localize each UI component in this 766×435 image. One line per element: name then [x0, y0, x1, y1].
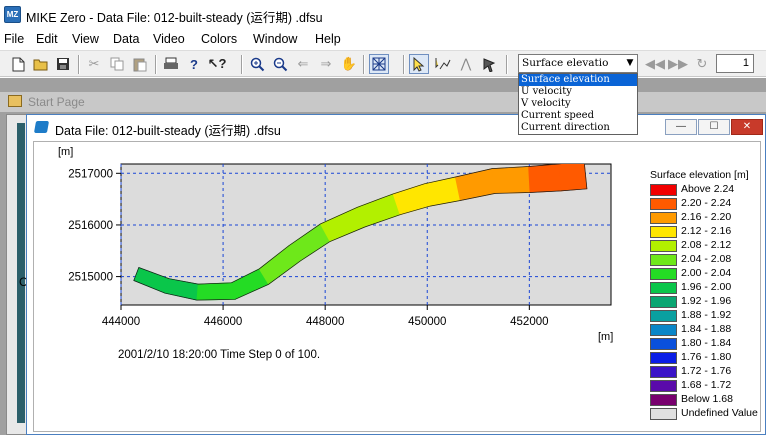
- y-tick-label: 2516000: [68, 220, 113, 232]
- legend-swatch: [650, 240, 677, 252]
- x-tick-label: 448000: [306, 316, 344, 328]
- dropdown-option-surface-elevation[interactable]: Surface elevation: [519, 74, 637, 86]
- legend-label: Below 1.68: [681, 393, 733, 405]
- legend-swatch: [650, 226, 677, 238]
- legend-label: 1.80 - 1.84: [681, 337, 732, 349]
- legend-swatch: [650, 408, 677, 420]
- legend-label: 2.00 - 2.04: [681, 267, 732, 279]
- dropdown-option-u-velocity[interactable]: U velocity: [519, 86, 637, 98]
- legend-label: 1.88 - 1.92: [681, 309, 732, 321]
- legend-swatch: [650, 268, 677, 280]
- legend-label: 2.20 - 2.24: [681, 197, 732, 209]
- dropdown-option-current-direction[interactable]: Current direction: [519, 122, 637, 134]
- legend-title: Surface elevation [m]: [650, 169, 749, 181]
- legend-swatch: [650, 184, 677, 196]
- legend-label: 1.76 - 1.80: [681, 351, 732, 363]
- legend-swatch: [650, 282, 677, 294]
- legend-swatch: [650, 212, 677, 224]
- y-tick-label: 2517000: [68, 168, 113, 180]
- legend-label: 2.12 - 2.16: [681, 225, 732, 237]
- legend-swatch: [650, 310, 677, 322]
- y-axis-unit: [m]: [58, 146, 74, 158]
- x-axis-unit: [m]: [598, 331, 614, 343]
- legend-label: 2.08 - 2.12: [681, 239, 732, 251]
- time-step-text: 2001/2/10 18:20:00 Time Step 0 of 100.: [118, 349, 321, 361]
- legend-label: 1.92 - 1.96: [681, 295, 732, 307]
- legend-label: 2.16 - 2.20: [681, 211, 732, 223]
- y-tick-label: 2515000: [68, 272, 113, 284]
- legend-label: 2.04 - 2.08: [681, 253, 732, 265]
- x-tick-label: 450000: [408, 316, 446, 328]
- item-select-dropdown: Surface elevation U velocity V velocity …: [518, 73, 638, 135]
- mesh-segment[interactable]: [558, 161, 588, 192]
- legend-swatch: [650, 394, 677, 406]
- x-tick-label: 446000: [204, 316, 242, 328]
- dropdown-option-v-velocity[interactable]: V velocity: [519, 98, 637, 110]
- legend-swatch: [650, 296, 677, 308]
- mesh-segment[interactable]: [528, 164, 562, 193]
- x-tick-label: 452000: [510, 316, 548, 328]
- mesh-segment[interactable]: [196, 282, 236, 301]
- legend-swatch: [650, 254, 677, 266]
- legend-label: 1.72 - 1.76: [681, 365, 732, 377]
- legend-label: 1.96 - 2.00: [681, 281, 732, 293]
- legend-label: Undefined Value: [681, 407, 758, 419]
- dropdown-option-current-speed[interactable]: Current speed: [519, 110, 637, 122]
- mesh-segment[interactable]: [491, 166, 531, 194]
- legend-swatch: [650, 338, 677, 350]
- x-tick-label: 444000: [102, 316, 140, 328]
- legend-swatch: [650, 352, 677, 364]
- legend-swatch: [650, 366, 677, 378]
- legend-swatch: [650, 198, 677, 210]
- legend-label: 1.68 - 1.72: [681, 379, 732, 391]
- legend-swatch: [650, 380, 677, 392]
- legend-label: Above 2.24: [681, 183, 735, 195]
- legend-swatch: [650, 324, 677, 336]
- legend-label: 1.84 - 1.88: [681, 323, 732, 335]
